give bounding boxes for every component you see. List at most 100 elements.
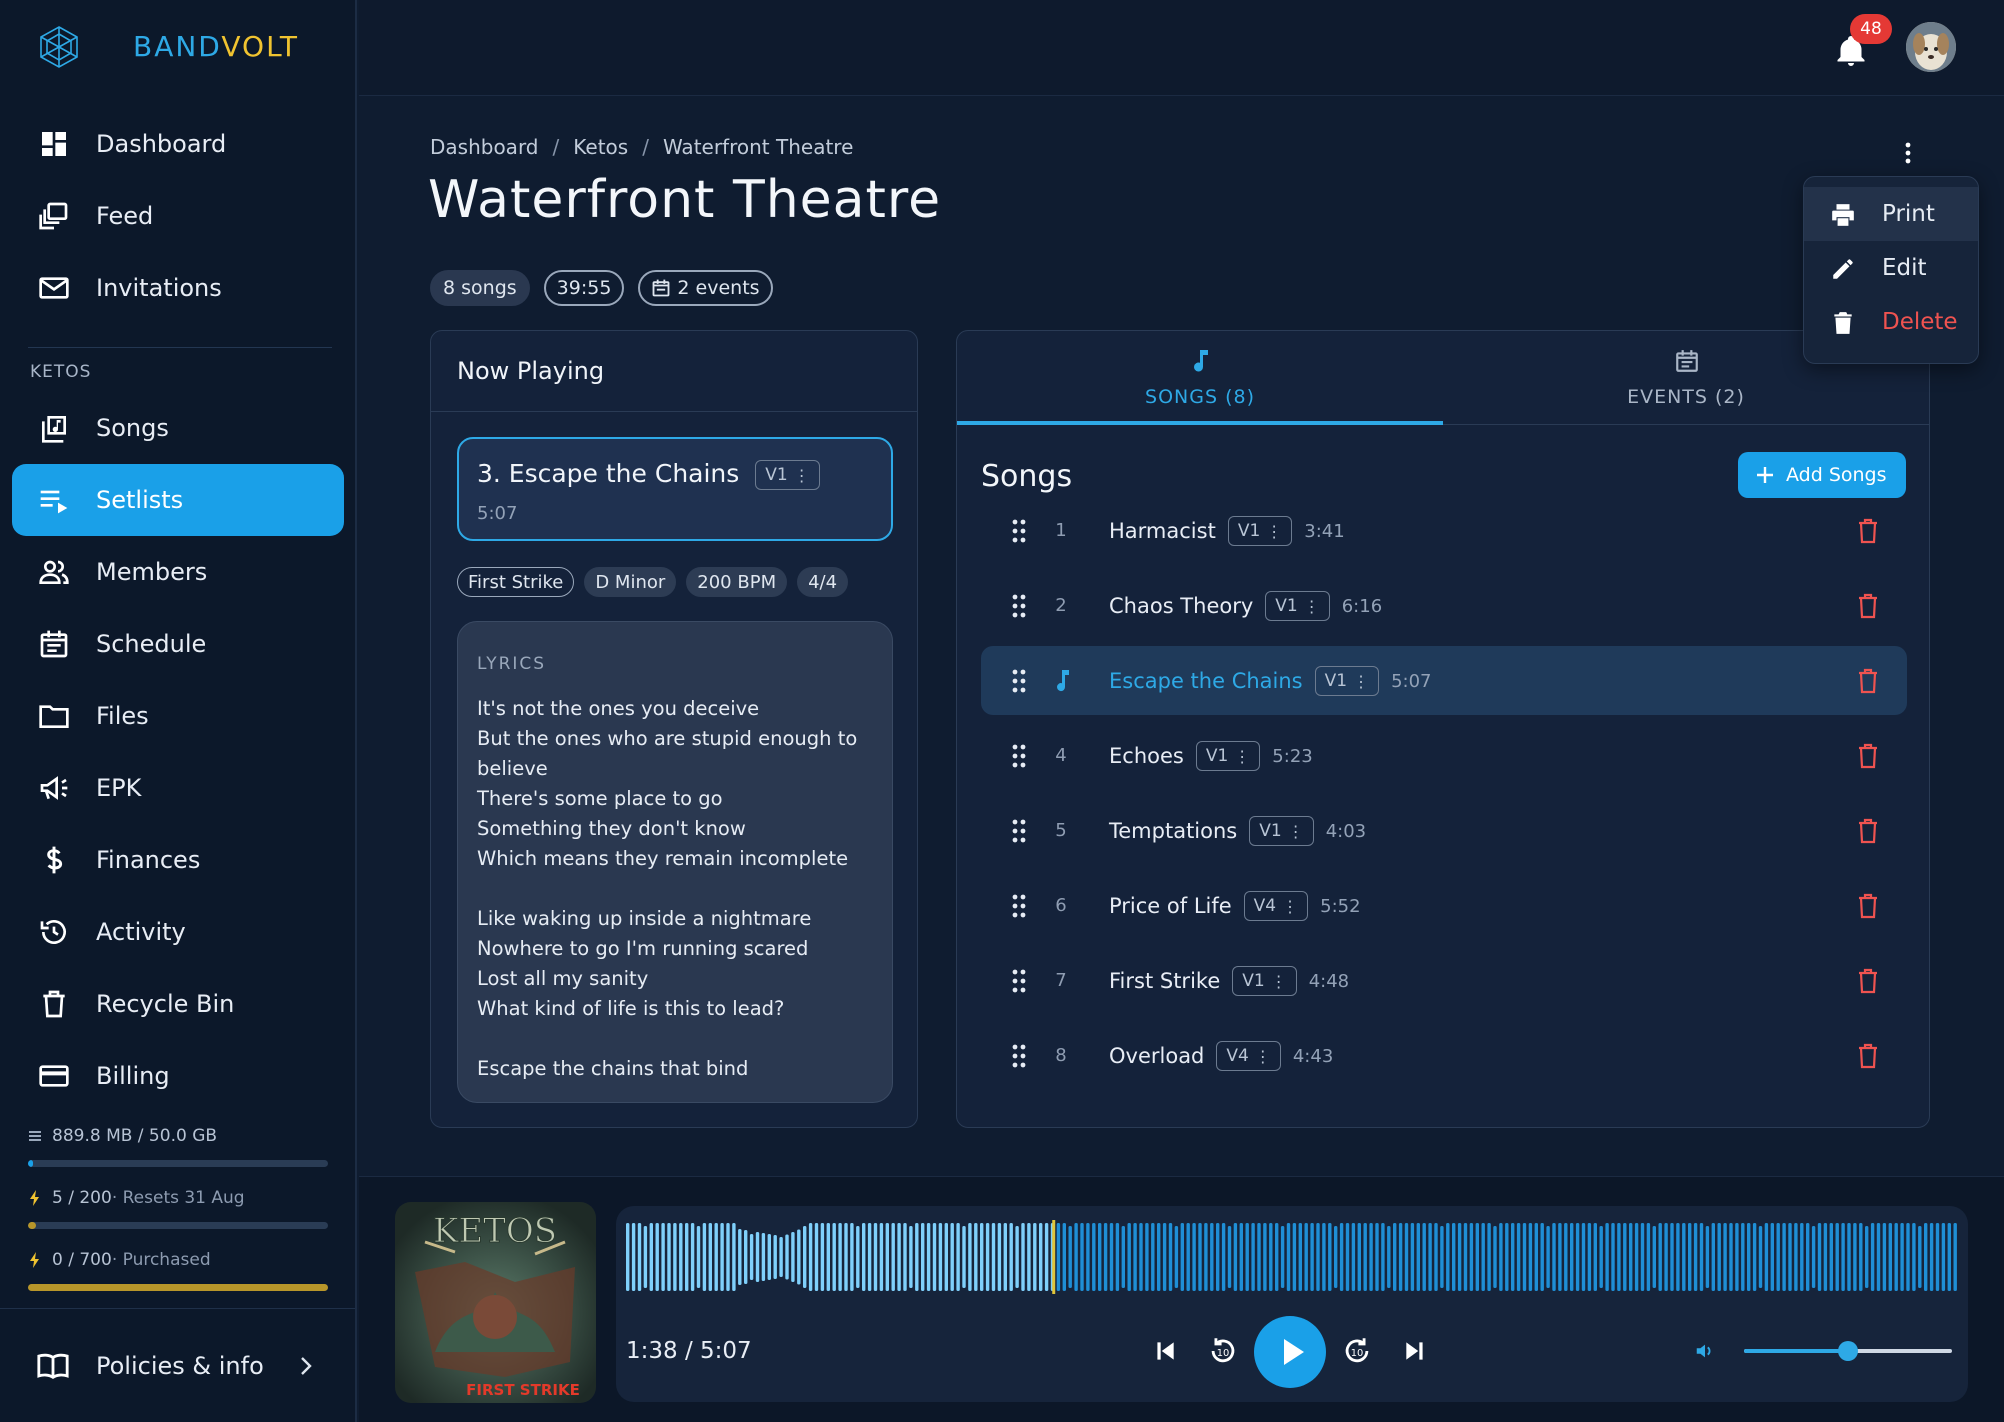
tab-songs[interactable]: SONGS (8) — [957, 331, 1443, 425]
waveform-bar — [1682, 1223, 1686, 1291]
waveform-bar — [1363, 1223, 1367, 1291]
song-title[interactable]: First Strike — [1109, 969, 1220, 993]
waveform-bar — [702, 1223, 707, 1291]
version-selector[interactable]: V1 ⋮ — [1227, 516, 1293, 546]
delete-icon[interactable] — [1857, 818, 1879, 844]
song-title[interactable]: Harmacist — [1109, 519, 1216, 543]
song-row[interactable]: Escape the Chains V1 ⋮ 5:07 — [981, 646, 1907, 715]
sidebar-item-schedule[interactable]: Schedule — [12, 608, 344, 680]
sidebar-item-dashboard[interactable]: Dashboard — [12, 108, 344, 180]
version-selector[interactable]: V4 ⋮ — [1243, 891, 1309, 921]
drag-handle-icon[interactable] — [1011, 1043, 1027, 1069]
play-button[interactable] — [1254, 1316, 1326, 1388]
brand[interactable]: BANDVOLT — [36, 22, 297, 72]
sidebar-item-billing[interactable]: Billing — [12, 1040, 344, 1112]
delete-icon[interactable] — [1857, 593, 1879, 619]
waveform-bar — [1847, 1223, 1851, 1291]
drag-handle-icon[interactable] — [1011, 968, 1027, 994]
version-selector[interactable]: V1 ⋮ — [1265, 591, 1330, 621]
waveform-bar — [1003, 1223, 1007, 1291]
add-songs-button[interactable]: Add Songs — [1738, 452, 1906, 498]
song-title[interactable]: Overload — [1109, 1044, 1204, 1068]
sidebar-item-recycle-bin[interactable]: Recycle Bin — [12, 968, 344, 1040]
delete-icon[interactable] — [1857, 1043, 1879, 1069]
sidebar-item-invitations[interactable]: Invitations — [12, 252, 344, 324]
version-selector[interactable]: V1 ⋮ — [1314, 666, 1380, 696]
waveform-bar — [779, 1237, 783, 1277]
song-row[interactable]: 4 Echoes V1 ⋮ 5:23 — [981, 721, 1907, 790]
delete-icon[interactable] — [1857, 518, 1879, 544]
drag-handle-icon[interactable] — [1011, 743, 1027, 769]
song-row[interactable]: 1 Harmacist V1 ⋮ 3:41 — [981, 496, 1907, 565]
waveform-bar — [974, 1223, 978, 1291]
sidebar-item-activity[interactable]: Activity — [12, 896, 344, 968]
menu-item-print[interactable]: Print — [1804, 187, 1978, 241]
drag-handle-icon[interactable] — [1011, 593, 1027, 619]
waveform-bar — [1758, 1226, 1763, 1288]
song-title[interactable]: Chaos Theory — [1109, 594, 1253, 618]
skip-previous-icon[interactable] — [1152, 1338, 1178, 1364]
forward-10-icon[interactable]: 10 — [1340, 1334, 1374, 1368]
version-selector[interactable]: V1 ⋮ — [755, 460, 820, 490]
more-vert-icon[interactable] — [1895, 138, 1921, 168]
version-selector[interactable]: V1 ⋮ — [1249, 816, 1314, 846]
drag-handle-icon[interactable] — [1011, 818, 1027, 844]
version-selector[interactable]: V4 ⋮ — [1216, 1041, 1281, 1071]
waveform-bar — [1729, 1223, 1733, 1291]
delete-icon[interactable] — [1857, 893, 1879, 919]
sidebar-item-files[interactable]: Files — [12, 680, 344, 752]
sidebar-item-songs[interactable]: Songs — [12, 392, 344, 464]
bpm-chip: 200 BPM — [686, 567, 788, 597]
more-vert-icon: ⋮ — [793, 465, 810, 485]
delete-icon[interactable] — [1857, 668, 1879, 694]
rewind-10-icon[interactable]: 10 — [1206, 1334, 1240, 1368]
breadcrumb-ketos[interactable]: Ketos — [573, 135, 628, 159]
volume-slider[interactable] — [1744, 1341, 1952, 1361]
volume-icon[interactable] — [1694, 1340, 1716, 1362]
drag-handle-icon[interactable] — [1011, 668, 1027, 694]
volume-slider-thumb[interactable] — [1838, 1341, 1858, 1361]
lyrics-panel[interactable]: LYRICS It's not the ones you deceive But… — [457, 621, 893, 1103]
song-row[interactable]: 8 Overload V4 ⋮ 4:43 — [981, 1021, 1907, 1090]
song-title[interactable]: Price of Life — [1109, 894, 1232, 918]
song-number: 2 — [1055, 595, 1067, 616]
sidebar-item-feed[interactable]: Feed — [12, 180, 344, 252]
waveform-bar — [826, 1223, 830, 1291]
song-title[interactable]: Echoes — [1109, 744, 1184, 768]
waveform-bar — [1410, 1223, 1415, 1291]
waveform-bar — [926, 1223, 931, 1291]
waveform-bar — [1587, 1223, 1592, 1291]
waveform-seekbar[interactable] — [626, 1220, 1958, 1294]
menu-item-delete[interactable]: Delete — [1804, 295, 1978, 349]
events-chip[interactable]: 2 events — [638, 270, 773, 306]
delete-icon[interactable] — [1857, 968, 1879, 994]
song-row[interactable]: 7 First Strike V1 ⋮ 4:48 — [981, 946, 1907, 1015]
drag-handle-icon[interactable] — [1011, 518, 1027, 544]
page-title: Waterfront Theatre — [428, 170, 942, 230]
breadcrumb-dashboard[interactable]: Dashboard — [430, 135, 539, 159]
sidebar-item-finances[interactable]: Finances — [12, 824, 344, 896]
version-selector[interactable]: V1 ⋮ — [1195, 741, 1261, 771]
song-title[interactable]: Temptations — [1109, 819, 1237, 843]
waveform-bar — [1157, 1223, 1161, 1291]
policies-info-link[interactable]: Policies & info — [0, 1308, 355, 1422]
song-row[interactable]: 5 Temptations V1 ⋮ 4:03 — [981, 796, 1907, 865]
delete-icon[interactable] — [1857, 743, 1879, 769]
drag-handle-icon[interactable] — [1011, 893, 1027, 919]
current-song-card[interactable]: 3. Escape the Chains V1 ⋮ 5:07 — [457, 437, 893, 541]
sidebar-item-members[interactable]: Members — [12, 536, 344, 608]
avatar[interactable] — [1906, 22, 1956, 72]
sidebar-item-setlists[interactable]: Setlists — [12, 464, 344, 536]
skip-next-icon[interactable] — [1402, 1338, 1428, 1364]
sidebar-item-epk[interactable]: EPK — [12, 752, 344, 824]
waveform-bar — [1717, 1223, 1721, 1291]
song-row[interactable]: 2 Chaos Theory V1 ⋮ 6:16 — [981, 571, 1907, 640]
song-title[interactable]: Escape the Chains — [1109, 669, 1303, 693]
playhead[interactable] — [1052, 1220, 1056, 1294]
menu-item-edit[interactable]: Edit — [1804, 241, 1978, 295]
version-selector[interactable]: V1 ⋮ — [1232, 966, 1297, 996]
waveform-bar — [1115, 1223, 1120, 1291]
waveform-bar — [690, 1223, 695, 1291]
waveform-bar — [1216, 1223, 1220, 1291]
song-row[interactable]: 6 Price of Life V4 ⋮ 5:52 — [981, 871, 1907, 940]
